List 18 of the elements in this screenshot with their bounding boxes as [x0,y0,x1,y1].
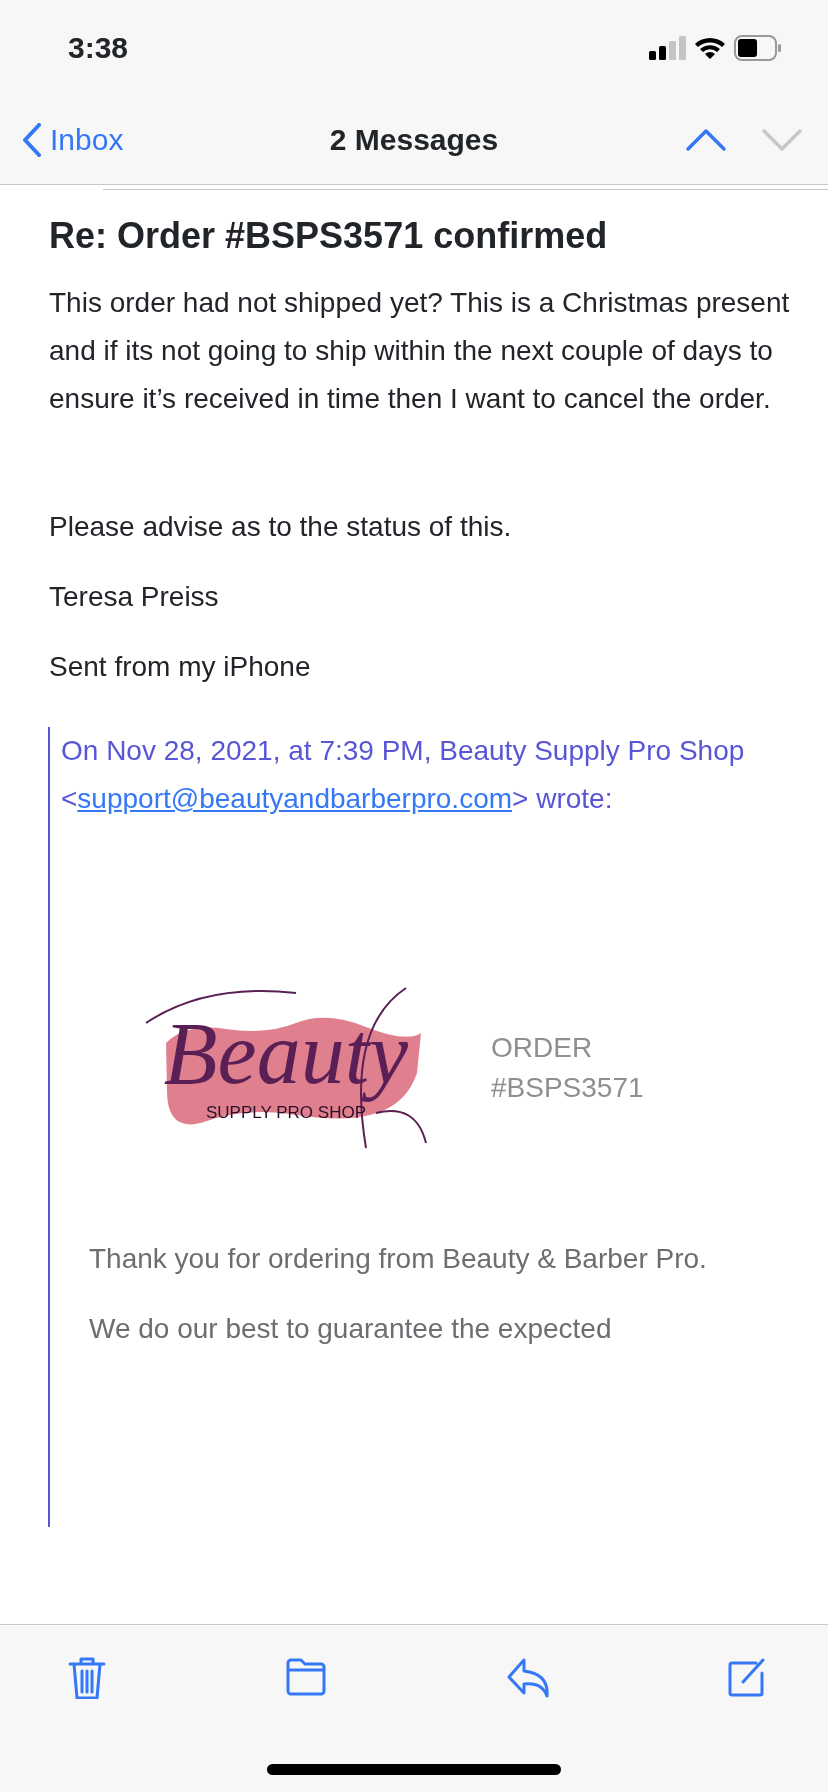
message-subject: Re: Order #BSPS3571 confirmed [49,214,609,258]
message-paragraph: Please advise as to the status of this. [49,510,513,545]
battery-icon [734,34,782,61]
wifi-icon [694,35,726,60]
nav-title: 2 Messages [329,123,499,156]
signal-icon [649,35,686,60]
message-paragraph: This order had not shipped yet? This is a Christmas present and if its not going to ship within the next couple of days to ensure it’s received in time then I want to cancel the order. [49,286,791,417]
message-paragraph: Sent from my iPhone [49,650,312,685]
quote-header: On Nov 28, 2021, at 7:39 PM, Beauty Supply Pro Shop <support@beautyandbarberpro.com> wrote: [61,734,746,817]
order-number: #BSPS3571 [491,1071,644,1106]
quote-paragraph: We do our best to guarantee the expected [89,1312,613,1347]
chevron-left-icon [22,122,42,157]
quote-paragraph: Thank you for ordering from Beauty & Barber Pro. [89,1242,708,1277]
status-time: 3:38 [68,30,129,66]
message-paragraph: Teresa Preiss [49,580,220,615]
back-button[interactable]: Inbox [22,117,124,162]
order-label: ORDER [491,1031,594,1066]
email-link[interactable]: support@beautyandbarberpro.com [77,783,513,815]
